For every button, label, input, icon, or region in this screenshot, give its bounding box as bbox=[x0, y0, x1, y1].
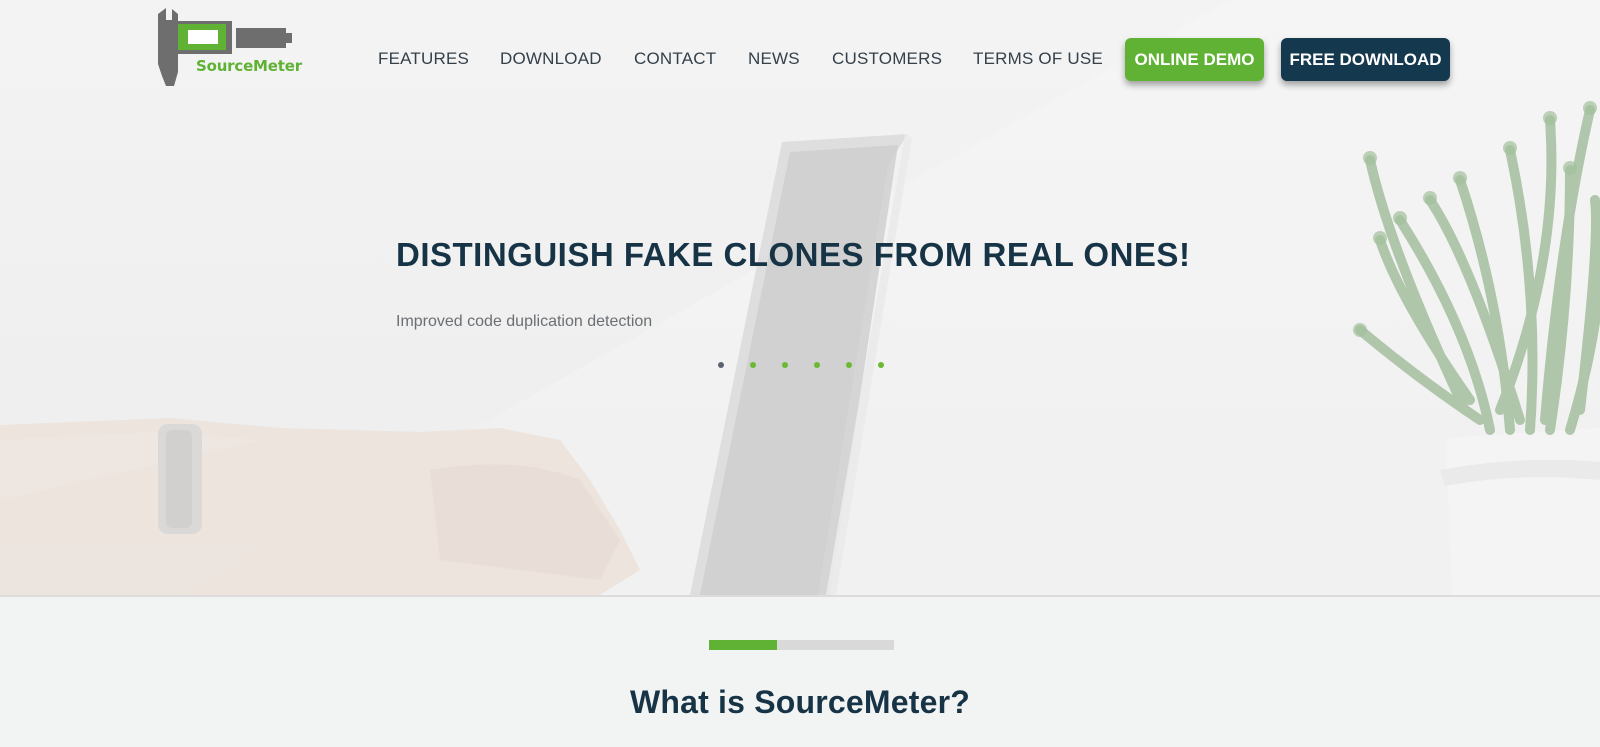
logo[interactable]: SourceMeter bbox=[154, 6, 304, 90]
section-divider bbox=[709, 640, 894, 650]
nav-news[interactable]: NEWS bbox=[748, 49, 800, 69]
online-demo-button[interactable]: ONLINE DEMO bbox=[1125, 38, 1264, 81]
caliper-logo-icon bbox=[158, 8, 292, 86]
nav-contact[interactable]: CONTACT bbox=[634, 49, 716, 69]
section-divider-progress bbox=[709, 640, 778, 650]
slider-dot-3[interactable] bbox=[782, 362, 788, 368]
nav-features[interactable]: FEATURES bbox=[378, 49, 469, 69]
hero-headline: DISTINGUISH FAKE CLONES FROM REAL ONES! bbox=[396, 236, 1191, 273]
free-download-button[interactable]: FREE DOWNLOAD bbox=[1281, 38, 1450, 81]
slider-dot-4[interactable] bbox=[814, 362, 820, 368]
nav-terms-of-use[interactable]: TERMS OF USE bbox=[973, 49, 1103, 69]
section-title: What is SourceMeter? bbox=[629, 684, 971, 720]
slider-dot-1[interactable] bbox=[718, 362, 724, 368]
top-navigation: SourceMeter FEATURES DOWNLOAD CONTACT NE… bbox=[0, 0, 1600, 120]
hero-section: SourceMeter FEATURES DOWNLOAD CONTACT NE… bbox=[0, 0, 1600, 597]
hero-subline: Improved code duplication detection bbox=[396, 313, 653, 330]
logo-text: SourceMeter bbox=[196, 57, 302, 75]
nav-download[interactable]: DOWNLOAD bbox=[500, 49, 602, 69]
slider-dot-5[interactable] bbox=[846, 362, 852, 368]
slider-dot-2[interactable] bbox=[750, 362, 756, 368]
slider-dot-6[interactable] bbox=[878, 362, 884, 368]
nav-customers[interactable]: CUSTOMERS bbox=[832, 49, 942, 69]
